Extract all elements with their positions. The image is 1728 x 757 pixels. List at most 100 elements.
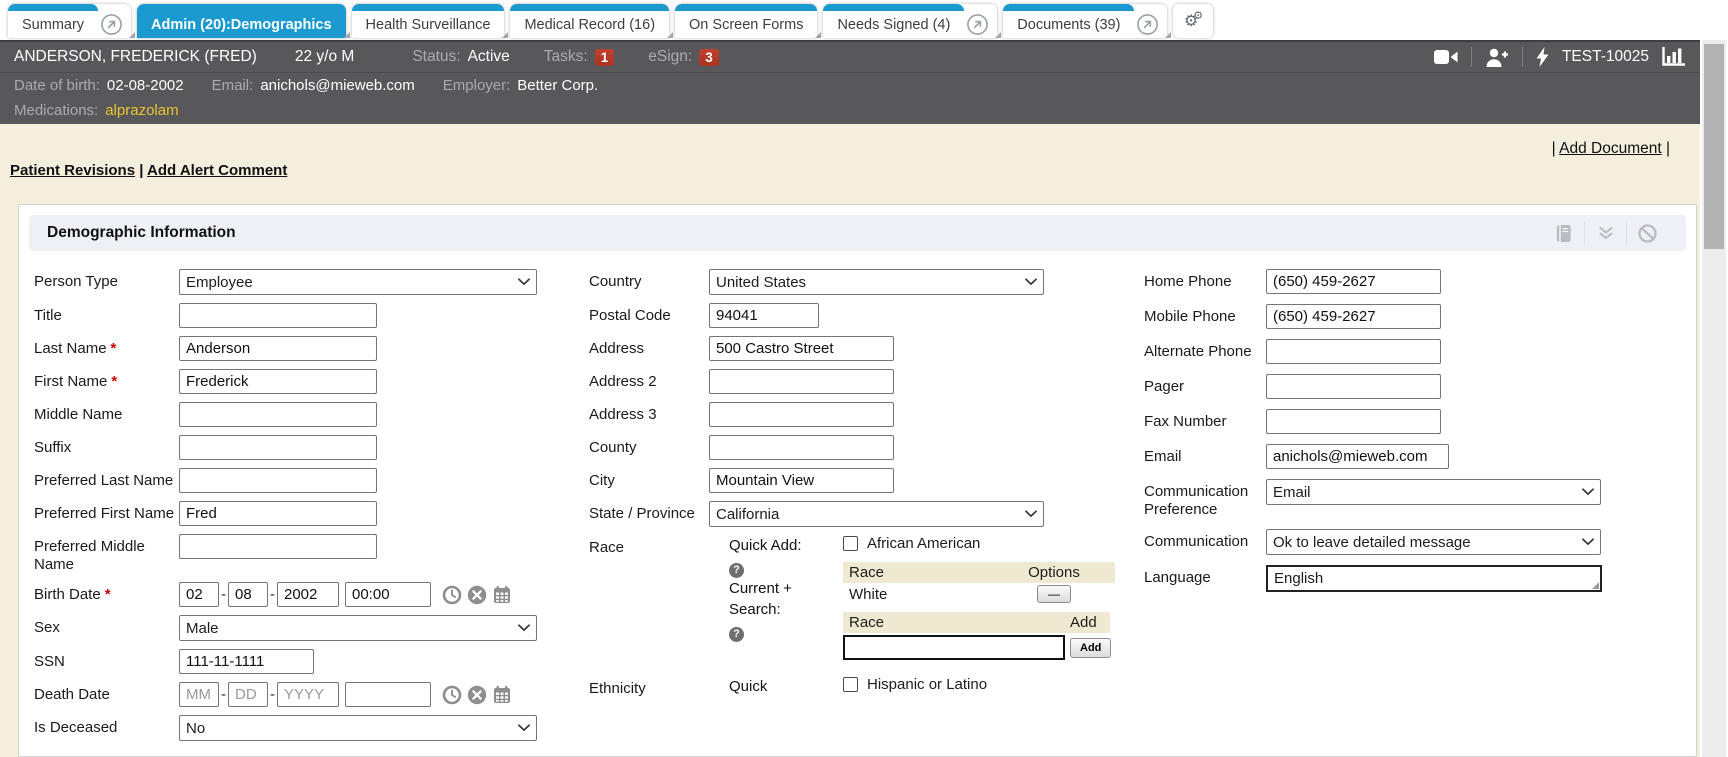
- state-province-select[interactable]: California: [709, 501, 1044, 527]
- preferred-last-name-field: Preferred Last Name: [34, 468, 579, 493]
- birth-date-month-input[interactable]: [179, 582, 219, 607]
- fax-number-input[interactable]: [1266, 409, 1441, 434]
- collapse-chevrons-icon[interactable]: [1584, 222, 1626, 244]
- add-document-link[interactable]: Add Document: [1559, 140, 1662, 157]
- field-label: Fax Number: [1144, 409, 1266, 431]
- tasks-label: Tasks:: [544, 48, 588, 66]
- clear-icon[interactable]: [467, 685, 487, 705]
- race-add-input[interactable]: [843, 635, 1065, 660]
- mobile-phone-input[interactable]: [1266, 304, 1441, 329]
- county-input[interactable]: [709, 435, 894, 460]
- birth-date-field: Birth Date*--: [34, 582, 579, 607]
- preferred-last-name-input[interactable]: [179, 468, 377, 493]
- ethnicity-widget: QuickHispanic or Latino: [709, 676, 987, 703]
- tab-settings-button[interactable]: ⚙ ⚙: [1173, 4, 1213, 38]
- tab-summary[interactable]: Summary: [8, 4, 131, 38]
- communication-preference-select[interactable]: Email: [1266, 479, 1601, 505]
- tasks-badge[interactable]: 1: [595, 49, 615, 66]
- ssn-field: SSN: [34, 649, 579, 674]
- death-date-time-input[interactable]: [345, 682, 431, 707]
- add-document-bar: | Add Document |: [1552, 140, 1670, 158]
- help-icon[interactable]: ?: [729, 563, 744, 578]
- video-camera-icon[interactable]: [1434, 49, 1458, 65]
- communication-select[interactable]: Ok to leave detailed message: [1266, 529, 1601, 555]
- external-link-icon[interactable]: [98, 4, 131, 38]
- field-label: Suffix: [34, 435, 179, 457]
- city-input[interactable]: [709, 468, 894, 493]
- clock-icon[interactable]: [442, 685, 462, 705]
- home-phone-input[interactable]: [1266, 269, 1441, 294]
- address-input[interactable]: [709, 336, 894, 361]
- external-link-icon[interactable]: [964, 4, 997, 38]
- title-input[interactable]: [179, 303, 377, 328]
- remove-race-button[interactable]: —: [1037, 585, 1071, 603]
- ssn-input[interactable]: [179, 649, 314, 674]
- add-column-header: Add: [1066, 612, 1110, 633]
- postal-code-input[interactable]: [709, 303, 819, 328]
- field-label: Email: [1144, 444, 1266, 466]
- middle-name-input[interactable]: [179, 402, 377, 427]
- journal-icon[interactable]: [1542, 222, 1584, 244]
- death-date-year-input[interactable]: [277, 682, 339, 707]
- sex-select[interactable]: Male: [179, 615, 537, 641]
- calendar-icon[interactable]: [492, 585, 512, 605]
- field-label: Language: [1144, 565, 1266, 587]
- date-separator: -: [270, 686, 275, 703]
- person-type-select[interactable]: Employee: [179, 269, 537, 295]
- birth-date-time-input[interactable]: [345, 582, 431, 607]
- preferred-first-name-input[interactable]: [179, 501, 377, 526]
- is-deceased-select[interactable]: No: [179, 715, 537, 741]
- race-table: RaceOptionsWhite—: [843, 562, 1115, 605]
- suffix-input[interactable]: [179, 435, 377, 460]
- lightning-icon[interactable]: [1536, 47, 1549, 67]
- address-field: Address: [589, 336, 1144, 361]
- country-select[interactable]: United States: [709, 269, 1044, 295]
- external-link-icon[interactable]: [1134, 4, 1167, 38]
- race-add-button[interactable]: Add: [1070, 638, 1111, 658]
- fax-number-field: Fax Number: [1144, 409, 1649, 434]
- add-user-icon[interactable]: [1485, 48, 1509, 67]
- help-icon[interactable]: ?: [729, 627, 744, 642]
- calendar-icon[interactable]: [492, 685, 512, 705]
- death-date-month-input[interactable]: [179, 682, 219, 707]
- clear-icon[interactable]: [467, 585, 487, 605]
- pipe: |: [1666, 140, 1670, 157]
- tab-on-screen-forms[interactable]: On Screen Forms: [675, 4, 817, 38]
- first-name-input[interactable]: [179, 369, 377, 394]
- bar-chart-icon[interactable]: [1662, 47, 1686, 68]
- disable-circle-slash-icon[interactable]: [1626, 222, 1668, 244]
- language-value: English: [1274, 570, 1323, 587]
- language-input[interactable]: English: [1266, 565, 1602, 592]
- clock-icon[interactable]: [442, 585, 462, 605]
- birth-date-year-input[interactable]: [277, 582, 339, 607]
- header-actions: TEST-10025: [1434, 47, 1686, 68]
- scrollbar-thumb[interactable]: [1704, 44, 1724, 249]
- vertical-scrollbar[interactable]: [1702, 40, 1726, 757]
- ethnicity-block: Hispanic or Latino: [843, 676, 987, 703]
- tab-health-surveillance[interactable]: Health Surveillance: [352, 4, 505, 38]
- tab-medical-record-16[interactable]: Medical Record (16): [510, 4, 669, 38]
- tab-documents-39[interactable]: Documents (39): [1003, 4, 1167, 38]
- email-input[interactable]: [1266, 444, 1449, 469]
- race-african-american-checkbox[interactable]: [843, 536, 858, 551]
- selected-value: No: [186, 720, 205, 737]
- last-name-input[interactable]: [179, 336, 377, 361]
- address-2-input[interactable]: [709, 369, 894, 394]
- address-3-input[interactable]: [709, 402, 894, 427]
- birth-date-day-input[interactable]: [228, 582, 268, 607]
- esign-label: eSign:: [648, 48, 692, 66]
- esign-badge[interactable]: 3: [699, 49, 719, 66]
- tab-needs-signed-4[interactable]: Needs Signed (4): [823, 4, 997, 38]
- medications-value[interactable]: alprazolam: [105, 102, 178, 119]
- field-label: First Name*: [34, 369, 179, 391]
- ethnicity-hispanic-latino-checkbox[interactable]: [843, 677, 858, 692]
- tab-admin-20-demographics[interactable]: Admin (20):Demographics: [137, 4, 345, 38]
- pager-input[interactable]: [1266, 374, 1441, 399]
- preferred-middle-name-input[interactable]: [179, 534, 377, 559]
- death-date-day-input[interactable]: [228, 682, 268, 707]
- field-label: Pager: [1144, 374, 1266, 396]
- add-alert-comment-link[interactable]: Add Alert Comment: [147, 162, 287, 179]
- patient-revisions-link[interactable]: Patient Revisions: [10, 162, 135, 179]
- person-type-field: Person TypeEmployee: [34, 269, 579, 295]
- alternate-phone-input[interactable]: [1266, 339, 1441, 364]
